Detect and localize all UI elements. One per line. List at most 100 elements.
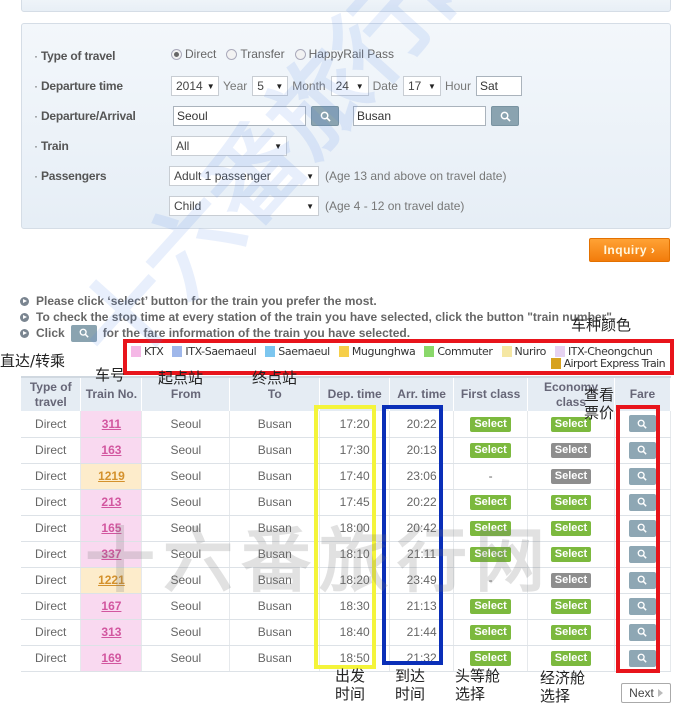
cell-from: Seoul xyxy=(141,437,231,464)
cell-from: Seoul xyxy=(141,489,231,516)
annotation-fare: 查看 票价 xyxy=(584,386,615,422)
not-available: - xyxy=(488,573,493,587)
select-button[interactable]: Select xyxy=(470,495,511,510)
cell-from: Seoul xyxy=(141,619,231,646)
hour-unit: Hour xyxy=(444,79,471,93)
train-number-link[interactable]: 311 xyxy=(102,417,121,431)
cell-train-no: 1219 xyxy=(80,463,143,490)
radio-button[interactable] xyxy=(171,48,182,60)
select-button[interactable]: Select xyxy=(470,599,511,614)
bullet-icon xyxy=(20,312,29,322)
cell-train-no: 1221 xyxy=(80,567,143,594)
train-number-link[interactable]: 169 xyxy=(101,651,121,665)
cell-first-class: Select xyxy=(453,489,529,516)
select-button[interactable]: Select xyxy=(550,573,592,588)
cell-economy-class: Select xyxy=(527,619,615,646)
select-button[interactable]: Select xyxy=(550,443,592,458)
select-button[interactable]: Select xyxy=(470,547,511,562)
cell-type: Direct xyxy=(21,411,82,438)
dropdown-arrow-icon: ▼ xyxy=(306,201,314,211)
cell-economy-class: Select xyxy=(527,515,615,542)
annotation-arr: 到达 时间 xyxy=(395,667,426,703)
select-button[interactable]: Select xyxy=(470,651,511,666)
year-select[interactable]: 2014 ▼ xyxy=(171,76,219,96)
cell-type: Direct xyxy=(21,541,82,568)
instructions: Please click ‘select’ button for the tra… xyxy=(20,293,615,342)
cell-to: Busan xyxy=(229,515,321,542)
cell-economy-class: Select xyxy=(527,645,615,672)
departure-search-button[interactable] xyxy=(311,106,339,126)
dep-time-highlight xyxy=(314,405,376,669)
select-button[interactable]: Select xyxy=(470,443,511,458)
weekday-field[interactable]: Sat xyxy=(475,76,522,96)
legend-item: Saemaeul xyxy=(265,345,330,358)
select-button[interactable]: Select xyxy=(550,651,592,666)
select-button[interactable]: Select xyxy=(550,599,592,614)
train-row: All ▼ xyxy=(171,135,287,157)
departure-station-input[interactable]: Seoul xyxy=(173,106,306,126)
dropdown-arrow-icon: ▼ xyxy=(274,141,282,151)
cell-train-no: 163 xyxy=(80,437,143,464)
cell-first-class: Select xyxy=(453,541,529,568)
legend-item: Airport Express Train xyxy=(550,357,666,370)
cell-from: Seoul xyxy=(141,515,231,542)
legend-swatch xyxy=(424,346,435,357)
train-type-legend: KTX ITX-Saemaeul Saemaeul Mugunghwa Commuter… xyxy=(123,339,674,375)
cell-from: Seoul xyxy=(141,567,231,594)
cell-train-no: 213 xyxy=(80,489,143,516)
adult-passenger-select[interactable]: Adult 1 passenger ▼ xyxy=(169,166,319,186)
passengers-label: Passengers xyxy=(34,169,107,183)
radio-happyrail-pass[interactable]: HappyRail Pass xyxy=(294,47,394,61)
select-button[interactable]: Select xyxy=(550,469,592,484)
cell-train-no: 169 xyxy=(80,645,143,672)
dropdown-arrow-icon: ▼ xyxy=(275,81,284,91)
select-button[interactable]: Select xyxy=(550,521,592,536)
train-number-link[interactable]: 337 xyxy=(101,547,121,561)
select-button[interactable]: Select xyxy=(470,625,511,640)
next-page-button[interactable]: Next xyxy=(621,683,671,703)
child-passenger-row: Child ▼ (Age 4 - 12 on travel date) xyxy=(169,195,464,217)
child-passenger-select[interactable]: Child ▼ xyxy=(169,196,319,216)
train-number-link[interactable]: 213 xyxy=(101,495,121,509)
radio-button[interactable] xyxy=(294,48,306,60)
header-first-class: First class xyxy=(453,376,529,411)
train-number-link[interactable]: 163 xyxy=(101,443,121,457)
adult-passenger-row: Adult 1 passenger ▼ (Age 13 and above on … xyxy=(169,165,506,187)
train-number-link[interactable]: 1221 xyxy=(98,573,125,587)
select-button[interactable]: Select xyxy=(550,495,592,510)
cell-to: Busan xyxy=(229,463,321,490)
legend-item: Mugunghwa xyxy=(338,345,416,358)
radio-button[interactable] xyxy=(226,48,238,60)
inquiry-button[interactable]: Inquiry › xyxy=(589,238,670,262)
hour-select[interactable]: 17 ▼ xyxy=(402,76,441,96)
fare-search-example xyxy=(70,324,97,342)
cell-economy-class: Select xyxy=(527,593,615,620)
train-number-link[interactable]: 1219 xyxy=(98,469,125,483)
train-number-link[interactable]: 167 xyxy=(101,599,121,613)
radio-direct[interactable]: Direct xyxy=(171,47,216,61)
date-select[interactable]: 24 ▼ xyxy=(330,76,369,96)
cell-to: Busan xyxy=(229,489,321,516)
legend-swatch xyxy=(338,346,349,357)
annotation-economy: 经济舱 选择 xyxy=(540,669,586,705)
cell-train-no: 337 xyxy=(80,541,143,568)
type-of-travel-radios: Direct Transfer HappyRail Pass xyxy=(171,47,398,61)
month-select[interactable]: 5 ▼ xyxy=(252,76,289,96)
search-icon xyxy=(79,328,89,338)
select-button[interactable]: Select xyxy=(550,547,592,562)
train-number-link[interactable]: 313 xyxy=(101,625,121,639)
select-button[interactable]: Select xyxy=(470,521,511,536)
departure-arrival-row: Seoul Busan xyxy=(173,105,519,127)
legend-swatch xyxy=(501,346,512,357)
select-button[interactable]: Select xyxy=(550,625,592,640)
train-number-link[interactable]: 165 xyxy=(101,521,121,535)
train-type-select[interactable]: All ▼ xyxy=(171,136,287,156)
departure-time-label: Departure time xyxy=(34,79,123,93)
select-button[interactable]: Select xyxy=(470,416,511,432)
next-arrow-icon xyxy=(657,689,663,697)
arrival-search-button[interactable] xyxy=(491,106,519,126)
cell-economy-class: Select xyxy=(527,541,615,568)
radio-transfer[interactable]: Transfer xyxy=(226,47,285,61)
cell-to: Busan xyxy=(229,411,321,438)
arrival-station-input[interactable]: Busan xyxy=(353,106,486,126)
